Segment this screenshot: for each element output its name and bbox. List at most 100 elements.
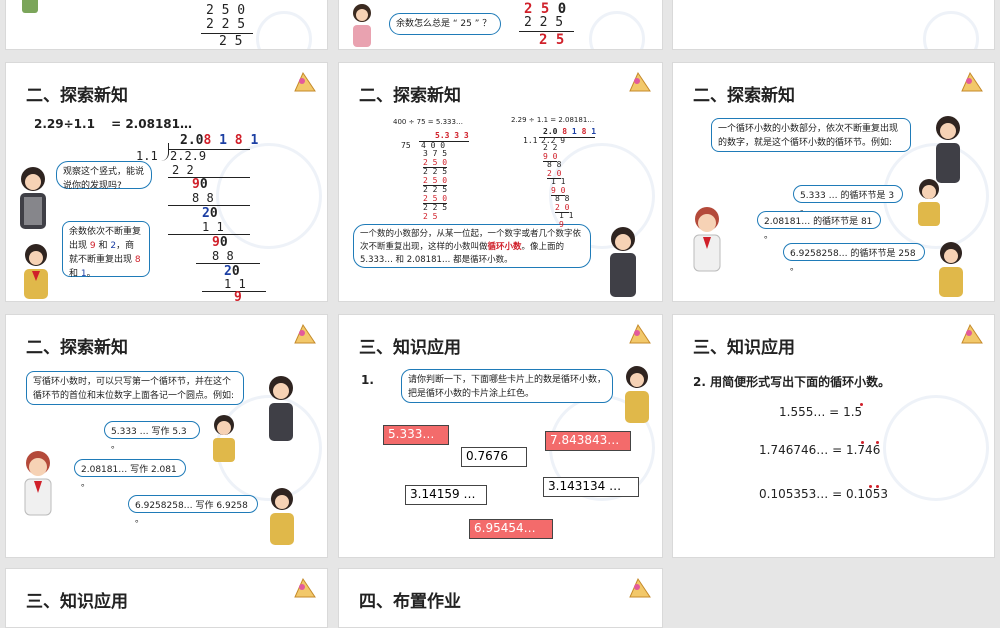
calc-line: 9 xyxy=(559,219,564,229)
student-girl-icon xyxy=(206,413,242,463)
answer-left: 1.746746… = xyxy=(759,443,843,457)
number-card[interactable]: 3.14159 … xyxy=(405,485,487,505)
watermark xyxy=(883,395,989,501)
watermark xyxy=(923,11,979,49)
calc-line: 3 7 5 xyxy=(423,149,448,158)
slide-title: 二、探索新知 xyxy=(359,86,461,106)
speech-bubble: 6.9258258… 的循环节是 258 。 xyxy=(783,243,925,273)
speech-bubble: 一个循环小数的小数部分，依次不断重复出现的数字，就是这个循环小数的循环节。例如: xyxy=(711,118,911,152)
bubble-text: 。 xyxy=(86,269,96,279)
speech-bubble: 6.9258258… 写作 6.9258 。 xyxy=(128,495,258,525)
remainder: 9 xyxy=(192,177,200,192)
calc-line: 90 xyxy=(192,177,208,192)
calc-line: 2 5 xyxy=(219,34,243,49)
student-girl-icon xyxy=(16,241,56,301)
answer-row: 0.105353… = 0.1053 xyxy=(759,487,888,501)
answer-right: 0.1053 xyxy=(845,487,888,501)
student-girl-icon xyxy=(261,373,301,443)
speech-bubble: 观察这个竖式，能说说你的发现吗? xyxy=(56,161,152,191)
quotient-digit: 8 xyxy=(203,133,212,148)
recurring-dot xyxy=(876,485,879,488)
speech-bubble: 余数怎么总是 “ 25 ” ？ xyxy=(389,13,501,35)
bubble-highlight: 循环小数 xyxy=(487,242,522,252)
slide-thumb-2[interactable]: 余数怎么总是 “ 25 ” ？ 2 5 0 2 2 5 2 5 xyxy=(338,0,663,50)
calc-line: 2 2 5 xyxy=(524,15,564,30)
answer-row: 1.555… = 1.5 xyxy=(779,405,862,419)
number-card[interactable]: 5.333… xyxy=(383,425,449,445)
equation: 400 ÷ 75 = 5.333… xyxy=(393,118,463,126)
slide-thumb-4[interactable]: 二、探索新知 2.29÷1.1 = 2.08181… 2.08 1 8 1 1.… xyxy=(5,62,328,302)
speech-bubble: 2.08181… 的循环节是 81 。 xyxy=(757,211,881,241)
divider-line xyxy=(168,234,250,235)
calc-line: 2 2 5 xyxy=(206,17,246,32)
calc-line: 1 1 xyxy=(224,277,246,291)
division-bracket xyxy=(160,143,169,161)
answer-row: 1.746746… = 1.746 xyxy=(759,443,880,457)
calc-line: 8 8 xyxy=(212,249,234,263)
slide-thumb-1[interactable]: 2 5 0 2 2 5 2 5 xyxy=(5,0,328,50)
equation: 2.29 ÷ 1.1 = 2.08181… xyxy=(511,116,595,124)
recurring-dot xyxy=(869,485,872,488)
student-boy-icon xyxy=(685,203,729,275)
triangle-ruler-icon xyxy=(293,577,317,599)
slide-title: 二、探索新知 xyxy=(26,86,128,106)
bubble-highlight: 8 xyxy=(134,255,141,265)
number-card[interactable]: 3.143134 … xyxy=(543,477,639,497)
triangle-ruler-icon xyxy=(628,577,652,599)
slide-thumb-9[interactable]: 三、知识应用 2. 用简便形式写出下面的循环小数。 1.555… = 1.5 1… xyxy=(672,314,995,558)
calc-digit: 0 xyxy=(199,177,208,192)
calc-line: 2 5 0 xyxy=(206,3,246,18)
number-card[interactable]: 7.843843… xyxy=(545,431,631,451)
answer-left: 0.105353… = xyxy=(759,487,843,501)
quotient: 2.08 1 8 1 xyxy=(180,133,258,148)
student-girl-icon xyxy=(928,113,968,185)
student-girl-icon xyxy=(617,363,657,425)
number-card[interactable]: 6.95454… xyxy=(469,519,553,539)
speech-bubble: 2.08181… 写作 2.081 。 xyxy=(74,459,186,489)
remainder: 9 xyxy=(234,290,242,302)
slide-thumb-11[interactable]: 四、布置作业 xyxy=(338,568,663,628)
calc-digit: 0 xyxy=(219,235,228,250)
speech-bubble: 请你判断一下，下面哪些卡片上的数是循环小数，把是循环小数的卡片涂上红色。 xyxy=(401,369,613,403)
calc-line: 2 2 5 xyxy=(423,185,448,194)
slide-title: 二、探索新知 xyxy=(26,338,128,358)
calc-line: 90 xyxy=(212,235,228,250)
number-card[interactable]: 0.7676 xyxy=(461,447,527,467)
recurring-dot xyxy=(861,441,864,444)
slide-thumb-7[interactable]: 二、探索新知 写循环小数时，可以只写第一个循环节，并在这个循环节的首位和末位数字… xyxy=(5,314,328,558)
equation: 2.29÷1.1 = 2.08181… xyxy=(34,117,192,131)
divider-line xyxy=(168,177,250,178)
bubble-text: 和 xyxy=(95,241,111,251)
slide-thumb-3[interactable] xyxy=(672,0,995,50)
student-girl-icon xyxy=(911,177,947,227)
quotient-part: 2.0 xyxy=(180,133,204,148)
student-girl-icon xyxy=(12,163,54,235)
calc-line: 20 xyxy=(202,206,218,221)
slide-title: 二、探索新知 xyxy=(693,86,795,106)
student-boy-icon xyxy=(16,447,60,519)
slide-thumb-8[interactable]: 三、知识应用 1. 请你判断一下，下面哪些卡片上的数是循环小数，把是循环小数的卡… xyxy=(338,314,663,558)
quotient: 2.0 8 1 8 1 xyxy=(543,127,597,136)
student-girl-icon xyxy=(601,223,645,301)
speech-bubble: 余数依次不断重复出现 9 和 2，商就不断重复出现 8 和 1。 xyxy=(62,221,150,279)
speech-bubble: 写循环小数时，可以只写第一个循环节，并在这个循环节的首位和末位数字上面各记一个圆… xyxy=(26,371,244,405)
calc-line: 2 2 5 xyxy=(423,167,448,176)
slide-thumb-5[interactable]: 二、探索新知 400 ÷ 75 = 5.333… 2.29 ÷ 1.1 = 2.… xyxy=(338,62,663,302)
student-girl-icon xyxy=(262,485,302,547)
slide-thumb-6[interactable]: 二、探索新知 一个循环小数的小数部分，依次不断重复出现的数字，就是这个循环小数的… xyxy=(672,62,995,302)
speech-bubble: 一个数的小数部分，从某一位起，一个数字或者几个数字依次不断重复出现，这样的小数叫… xyxy=(353,224,591,268)
triangle-ruler-icon xyxy=(293,323,317,345)
student-girl-icon xyxy=(931,239,971,299)
slide-title: 三、知识应用 xyxy=(693,338,795,358)
calc-digit: 0 xyxy=(209,206,218,221)
dividend: 2.2.9 xyxy=(170,149,207,163)
recurring-dot xyxy=(876,441,879,444)
question-number: 1. xyxy=(361,373,374,387)
student-girl-icon xyxy=(347,1,377,49)
divisor: 75 xyxy=(401,141,411,150)
calc-line: 1 1 xyxy=(202,220,224,234)
slide-thumb-10[interactable]: 三、知识应用 xyxy=(5,568,328,628)
bubble-text: 和 xyxy=(69,269,81,279)
triangle-ruler-icon xyxy=(293,71,317,93)
answer-right: 1.746 xyxy=(845,443,881,457)
